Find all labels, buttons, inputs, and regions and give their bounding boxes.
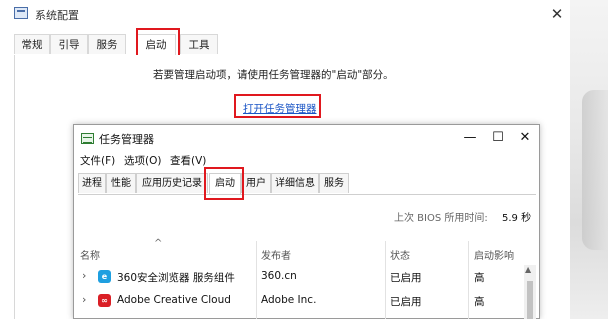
column-status[interactable]: 状态 (390, 247, 410, 262)
tab-users[interactable]: 用户 (241, 173, 271, 193)
menu-options[interactable]: 选项(O) (124, 153, 161, 168)
task-manager-icon (81, 133, 94, 144)
adobe-cc-icon: ∞ (98, 294, 111, 307)
startup-tab-highlight (136, 28, 180, 58)
close-button[interactable]: ✕ (511, 127, 539, 149)
msconfig-close-button[interactable]: ✕ (546, 4, 568, 24)
row-publisher: 360.cn (261, 270, 297, 282)
table-row[interactable]: › ∞ Adobe Creative Cloud Adobe Inc. 已启用 … (74, 290, 539, 312)
row-status: 已启用 (390, 272, 422, 284)
msconfig-app-icon (14, 7, 28, 19)
task-manager-window: 任务管理器 — ☐ ✕ 文件(F) 选项(O) 查看(V) 进程 性能 应用历史… (73, 124, 540, 319)
tab-boot[interactable]: 引导 (50, 34, 88, 54)
row-publisher: Adobe Inc. (261, 294, 317, 306)
minimize-button[interactable]: — (456, 127, 484, 149)
table-header: 名称 发布者 状态 启动影响 (74, 247, 539, 265)
msconfig-title: 系统配置 (35, 9, 79, 22)
maximize-button[interactable]: ☐ (484, 127, 512, 149)
bios-time-value: 5.9 秒 (502, 213, 532, 224)
expand-chevron-icon[interactable]: › (82, 269, 86, 282)
menu-file[interactable]: 文件(F) (80, 153, 115, 168)
tab-app-history[interactable]: 应用历史记录 (136, 173, 208, 193)
row-status: 已启用 (390, 296, 422, 308)
task-manager-title: 任务管理器 (99, 133, 154, 146)
row-impact: 高 (474, 272, 485, 284)
row-name: 360安全浏览器 服务组件 (117, 272, 235, 284)
task-manager-tab-strip: 进程 性能 应用历史记录 启动 用户 详细信息 服务 (78, 173, 536, 195)
tab-general[interactable]: 常规 (14, 34, 50, 54)
startup-hint-text: 若要管理启动项，请使用任务管理器的"启动"部分。 (153, 69, 394, 81)
table-row[interactable]: › e 360安全浏览器 服务组件 360.cn 已启用 高 (74, 266, 539, 288)
column-publisher[interactable]: 发布者 (261, 247, 291, 262)
column-name[interactable]: 名称 (80, 247, 100, 262)
scrollbar-thumb[interactable] (527, 281, 533, 319)
msconfig-titlebar: 系统配置 ✕ (0, 0, 570, 28)
tab-services[interactable]: 服务 (319, 173, 349, 193)
expand-chevron-icon[interactable]: › (82, 293, 86, 306)
msconfig-tab-strip: 常规 引导 服务 启动 工具 (14, 34, 534, 56)
column-impact[interactable]: 启动影响 (474, 247, 514, 262)
scroll-up-arrow-icon[interactable]: ▲ (525, 265, 531, 274)
360-browser-icon: e (98, 270, 111, 283)
row-impact: 高 (474, 296, 485, 308)
tab-tools[interactable]: 工具 (180, 34, 218, 54)
tab-performance[interactable]: 性能 (106, 173, 136, 193)
startup-tab-highlight (204, 167, 244, 200)
background-shape (582, 90, 608, 250)
tab-processes[interactable]: 进程 (78, 173, 106, 193)
bios-time-label: 上次 BIOS 所用时间: (394, 213, 488, 224)
tab-details[interactable]: 详细信息 (271, 173, 319, 193)
menu-view[interactable]: 查看(V) (170, 153, 206, 168)
link-highlight (234, 94, 321, 118)
tab-services[interactable]: 服务 (88, 34, 126, 54)
row-name: Adobe Creative Cloud (117, 294, 231, 306)
